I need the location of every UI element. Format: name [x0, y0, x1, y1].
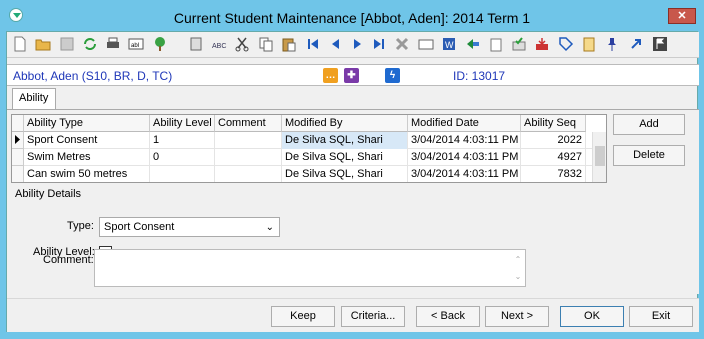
ability-details-heading: Ability Details: [15, 188, 82, 200]
application-window: Current Student Maintenance [Abbot, Aden…: [0, 0, 704, 339]
svg-text:ABC: ABC: [212, 43, 226, 50]
cell-ability-seq[interactable]: 2022: [521, 132, 586, 149]
cell-ability-level[interactable]: 1: [150, 132, 215, 149]
ok-button[interactable]: OK: [560, 306, 624, 327]
tab-bar: Ability: [7, 88, 699, 110]
cell-ability-type[interactable]: Can swim 50 metres: [24, 166, 150, 182]
first-record-icon[interactable]: [304, 35, 322, 53]
criteria-button[interactable]: Criteria...: [341, 306, 405, 327]
footer-bar: Keep Criteria... < Back Next > OK Exit: [7, 298, 699, 332]
tag-icon[interactable]: [557, 35, 575, 53]
comment-label: Comment:: [43, 254, 94, 266]
cell-modified-by[interactable]: De Silva SQL, Shari: [282, 132, 408, 149]
spellcheck-icon[interactable]: ABC: [210, 35, 228, 53]
student-info-strip: Abbot, Aden (S10, BR, D, TC) … ✚ ϟ ID: 1…: [7, 64, 699, 86]
route-icon[interactable]: [464, 35, 482, 53]
lightning-icon[interactable]: ϟ: [385, 68, 400, 83]
refresh-icon[interactable]: [81, 35, 99, 53]
card-icon[interactable]: [417, 35, 435, 53]
word-icon[interactable]: W: [440, 35, 458, 53]
cell-ability-level[interactable]: 0: [150, 149, 215, 166]
new-icon[interactable]: [11, 35, 29, 53]
table-row[interactable]: Swim Metres 0 De Silva SQL, Shari 3/04/2…: [12, 149, 592, 166]
column-header-ability-seq[interactable]: Ability Seq: [521, 115, 586, 132]
cell-modified-date[interactable]: 3/04/2014 4:03:11 PM: [408, 132, 521, 149]
copy-icon[interactable]: [257, 35, 275, 53]
flag-icon[interactable]: [651, 35, 669, 53]
next-record-icon[interactable]: [348, 35, 366, 53]
add-button[interactable]: Add: [613, 114, 685, 135]
paste-icon[interactable]: [280, 35, 298, 53]
cell-comment[interactable]: [215, 132, 282, 149]
tree-icon[interactable]: [151, 35, 169, 53]
column-header-ability-type[interactable]: Ability Type: [24, 115, 150, 132]
cell-comment[interactable]: [215, 166, 282, 182]
row-indicator-header: [12, 115, 24, 132]
svg-text:W: W: [445, 40, 454, 50]
previous-record-icon[interactable]: [327, 35, 345, 53]
cell-comment[interactable]: [215, 149, 282, 166]
delete-icon[interactable]: [393, 35, 411, 53]
current-row-indicator: [12, 132, 24, 149]
row-indicator: [12, 149, 24, 166]
delete-button[interactable]: Delete: [613, 145, 685, 166]
chevron-down-icon: ⌄: [265, 222, 274, 233]
cell-modified-by[interactable]: De Silva SQL, Shari: [282, 166, 408, 182]
inbox-icon[interactable]: [533, 35, 551, 53]
table-row[interactable]: Sport Consent 1 De Silva SQL, Shari 3/04…: [12, 132, 592, 149]
cell-ability-type[interactable]: Swim Metres: [24, 149, 150, 166]
column-header-modified-date[interactable]: Modified Date: [408, 115, 521, 132]
exit-button[interactable]: Exit: [629, 306, 693, 327]
type-select[interactable]: Sport Consent ⌄: [99, 217, 280, 237]
abl-icon[interactable]: abl: [127, 35, 145, 53]
arrow-icon[interactable]: [627, 35, 645, 53]
client-area: abl ABC W Abbot, Aden (S10, BR, D, TC) ……: [6, 31, 699, 332]
student-name: Abbot, Aden (S10, BR, D, TC): [13, 69, 173, 83]
window-title: Current Student Maintenance [Abbot, Aden…: [173, 10, 531, 26]
table-row[interactable]: Can swim 50 metres De Silva SQL, Shari 3…: [12, 166, 592, 182]
textarea-scrollbar[interactable]: ⌃ ⌄: [512, 251, 524, 285]
cell-modified-date[interactable]: 3/04/2014 4:03:11 PM: [408, 166, 521, 182]
back-button[interactable]: < Back: [416, 306, 480, 327]
approve-icon[interactable]: [510, 35, 528, 53]
student-id: ID: 13017: [453, 69, 506, 83]
cell-ability-seq[interactable]: 4927: [521, 149, 586, 166]
cell-modified-by[interactable]: De Silva SQL, Shari: [282, 149, 408, 166]
cut-icon[interactable]: [233, 35, 251, 53]
svg-text:abl: abl: [131, 43, 139, 49]
title-bar[interactable]: Current Student Maintenance [Abbot, Aden…: [0, 0, 704, 31]
column-header-comment[interactable]: Comment: [215, 115, 282, 132]
ability-grid[interactable]: Ability Type Ability Level Comment Modif…: [11, 114, 607, 183]
cell-ability-type[interactable]: Sport Consent: [24, 132, 150, 149]
grid-scrollbar[interactable]: [592, 132, 606, 182]
type-label: Type:: [67, 220, 94, 232]
comment-icon[interactable]: …: [323, 68, 338, 83]
tab-ability[interactable]: Ability: [12, 88, 56, 109]
open-folder-icon[interactable]: [34, 35, 52, 53]
checklist-icon[interactable]: [580, 35, 598, 53]
close-button[interactable]: ✕: [668, 8, 696, 24]
save-icon[interactable]: [58, 35, 76, 53]
row-indicator: [12, 166, 24, 182]
calculator-icon[interactable]: [187, 35, 205, 53]
cell-modified-date[interactable]: 3/04/2014 4:03:11 PM: [408, 149, 521, 166]
toolbar: abl ABC W: [7, 32, 699, 58]
column-header-modified-by[interactable]: Modified By: [282, 115, 408, 132]
comment-textarea[interactable]: ⌃ ⌄: [94, 249, 526, 287]
cell-ability-level[interactable]: [150, 166, 215, 182]
last-record-icon[interactable]: [370, 35, 388, 53]
next-button[interactable]: Next >: [485, 306, 549, 327]
clipboard-icon[interactable]: [487, 35, 505, 53]
column-header-ability-level[interactable]: Ability Level: [150, 115, 215, 132]
pin-icon[interactable]: [603, 35, 621, 53]
puzzle-icon[interactable]: ✚: [344, 68, 359, 83]
keep-button[interactable]: Keep: [271, 306, 335, 327]
print-icon[interactable]: [104, 35, 122, 53]
type-select-value: Sport Consent: [104, 221, 175, 233]
grid-scroll-thumb[interactable]: [595, 146, 605, 166]
cell-ability-seq[interactable]: 7832: [521, 166, 586, 182]
